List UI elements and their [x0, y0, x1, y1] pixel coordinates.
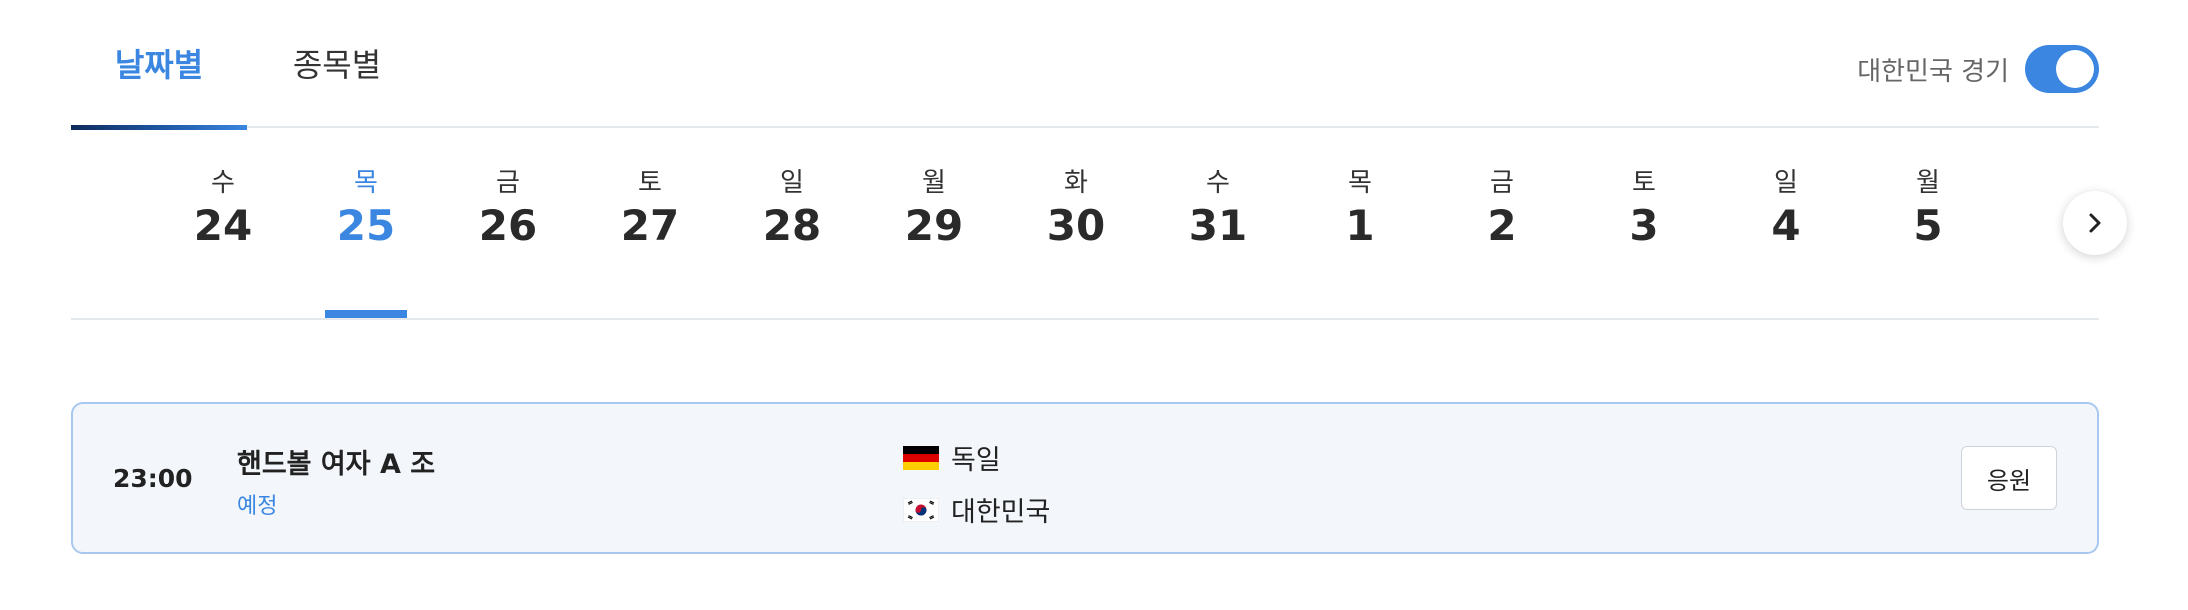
game-status: 예정 [237, 494, 278, 519]
date-item-31[interactable]: 수 31 [1168, 168, 1268, 268]
date-day: 25 [336, 201, 396, 250]
date-day: 29 [904, 201, 964, 250]
date-day: 2 [1487, 201, 1517, 250]
team-row: 독일 [903, 438, 1001, 477]
date-item-28[interactable]: 일 28 [742, 168, 842, 268]
date-weekday: 목 [354, 168, 378, 198]
date-item-4[interactable]: 일 4 [1736, 168, 1836, 268]
korea-flag-icon [903, 497, 939, 522]
date-weekday: 수 [1206, 168, 1230, 198]
korea-games-filter: 대한민국 경기 [1857, 40, 2099, 98]
date-weekday: 월 [922, 168, 946, 198]
game-time: 23:00 [113, 463, 193, 493]
date-item-29[interactable]: 월 29 [884, 168, 984, 268]
game-card[interactable]: 23:00 핸드볼 여자 A 조 예정 독일 대한민국 응원 [71, 402, 2099, 554]
date-day: 1 [1345, 201, 1375, 250]
schedule-page: 날짜별 종목별 대한민국 경기 수 24 목 25 금 26 토 27 일 28… [0, 0, 2188, 610]
next-dates-button[interactable] [2063, 191, 2127, 255]
date-weekday: 일 [780, 168, 804, 198]
cheer-button[interactable]: 응원 [1961, 446, 2057, 510]
date-item-24[interactable]: 수 24 [173, 168, 273, 268]
date-weekday: 토 [1632, 168, 1656, 198]
date-item-1[interactable]: 목 1 [1310, 168, 1410, 268]
chevron-right-icon [2089, 213, 2101, 233]
date-item-26[interactable]: 금 26 [458, 168, 558, 268]
korea-games-toggle[interactable] [2025, 45, 2099, 93]
tab-by-date-label: 날짜별 [114, 46, 204, 84]
team-name: 대한민국 [951, 497, 1051, 528]
date-weekday: 수 [211, 168, 235, 198]
date-strip: 수 24 목 25 금 26 토 27 일 28 월 29 화 30 수 31 [71, 128, 2099, 320]
date-item-5[interactable]: 월 5 [1878, 168, 1978, 268]
date-day: 31 [1188, 201, 1248, 250]
date-weekday: 일 [1774, 168, 1798, 198]
toggle-knob [2056, 50, 2094, 88]
date-weekday: 목 [1348, 168, 1372, 198]
date-day: 4 [1771, 201, 1801, 250]
date-item-2[interactable]: 금 2 [1452, 168, 1552, 268]
date-day: 24 [193, 201, 253, 250]
date-weekday: 금 [1490, 168, 1514, 198]
date-day: 30 [1046, 201, 1106, 250]
date-item-30[interactable]: 화 30 [1026, 168, 1126, 268]
korea-games-label: 대한민국 경기 [1857, 56, 2009, 87]
date-day: 26 [478, 201, 538, 250]
team-row: 대한민국 [903, 490, 1050, 529]
date-weekday: 월 [1916, 168, 1940, 198]
tab-by-sport-label: 종목별 [292, 46, 382, 84]
date-day: 5 [1913, 201, 1943, 250]
date-day: 27 [620, 201, 680, 250]
tab-by-date[interactable]: 날짜별 [71, 0, 247, 130]
germany-flag-icon [903, 445, 939, 470]
game-title: 핸드볼 여자 A 조 [237, 449, 436, 480]
date-item-27[interactable]: 토 27 [600, 168, 700, 268]
date-item-3[interactable]: 토 3 [1594, 168, 1694, 268]
date-item-25[interactable]: 목 25 [316, 168, 416, 268]
date-weekday: 토 [638, 168, 662, 198]
active-date-indicator [325, 310, 407, 318]
view-tabs: 날짜별 종목별 대한민국 경기 [71, 0, 2099, 130]
team-name: 독일 [951, 445, 1001, 476]
date-weekday: 금 [496, 168, 520, 198]
date-day: 3 [1629, 201, 1659, 250]
date-day: 28 [762, 201, 822, 250]
date-weekday: 화 [1064, 168, 1088, 198]
tab-by-sport[interactable]: 종목별 [247, 0, 427, 126]
